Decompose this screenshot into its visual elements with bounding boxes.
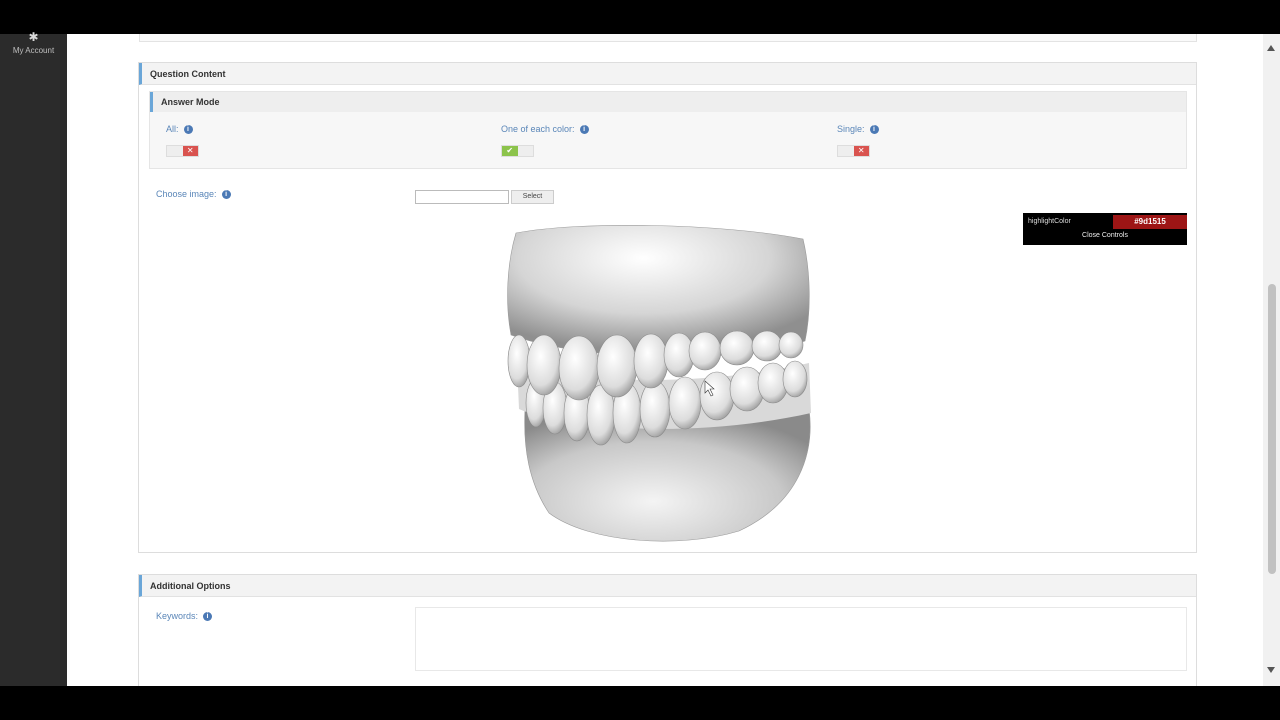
info-icon[interactable]: i — [183, 125, 193, 135]
check-icon: ✔ — [502, 146, 518, 156]
answer-mode-single-label: Single: — [837, 124, 865, 134]
highlight-color-value[interactable]: #9d1515 — [1113, 215, 1187, 229]
scroll-down-icon[interactable] — [1267, 667, 1275, 673]
info-icon[interactable]: i — [203, 612, 213, 622]
answer-mode-box: Answer Mode All: i ✕ One of each color: i … — [149, 91, 1187, 169]
cross-icon: ✕ — [853, 146, 869, 156]
gear-icon: ✱ — [28, 30, 39, 44]
my-account-label: My Account — [12, 46, 55, 55]
close-controls-button[interactable]: Close Controls — [1023, 230, 1187, 242]
info-icon[interactable]: i — [579, 125, 589, 135]
additional-options-panel: Additional Options Keywords: i — [138, 574, 1197, 686]
info-icon[interactable]: i — [869, 125, 879, 135]
all-toggle[interactable]: ✕ — [166, 145, 199, 157]
sidebar: ✱ My Account — [0, 30, 67, 686]
single-toggle[interactable]: ✕ — [837, 145, 870, 157]
cross-icon: ✕ — [182, 146, 198, 156]
one-each-color-toggle[interactable]: ✔ — [501, 145, 534, 157]
additional-options-header: Additional Options — [139, 575, 1196, 597]
info-icon[interactable]: i — [221, 190, 231, 200]
scroll-up-icon[interactable] — [1267, 45, 1275, 51]
keywords-input[interactable] — [415, 607, 1187, 671]
answer-mode-all: All: i — [166, 124, 193, 135]
answer-mode-one-each-color: One of each color: i — [501, 124, 589, 135]
page-scrollbar[interactable] — [1263, 34, 1280, 686]
choose-image-label: Choose image: i — [156, 189, 231, 200]
main-content: Question Content Answer Mode All: i ✕ One… — [67, 34, 1263, 686]
question-content-panel: Question Content Answer Mode All: i ✕ One… — [138, 62, 1197, 553]
screen-top-bar — [0, 0, 1280, 34]
scroll-thumb[interactable] — [1268, 284, 1276, 574]
previous-panel-bottom — [139, 34, 1197, 42]
teeth-model-render[interactable] — [139, 213, 1196, 552]
highlight-controls-panel: highlightColor #9d1515 Close Controls — [1023, 213, 1187, 245]
keywords-text: Keywords: — [156, 611, 199, 621]
toggle-off-segment — [517, 146, 533, 156]
screen-bottom-bar — [0, 686, 1280, 720]
3d-model-viewer[interactable]: highlightColor #9d1515 Close Controls — [139, 213, 1196, 552]
answer-mode-one-each-color-label: One of each color: — [501, 124, 575, 134]
keywords-label: Keywords: i — [156, 611, 213, 622]
select-image-button[interactable]: Select — [511, 190, 554, 204]
answer-mode-single: Single: i — [837, 124, 879, 135]
toggle-on-segment — [838, 146, 854, 156]
choose-image-text: Choose image: — [156, 189, 217, 199]
highlight-color-key: highlightColor — [1028, 218, 1071, 225]
image-path-input[interactable] — [415, 190, 509, 204]
answer-mode-header: Answer Mode — [150, 92, 1186, 112]
question-content-header: Question Content — [139, 63, 1196, 85]
toggle-on-segment — [167, 146, 183, 156]
answer-mode-all-label: All: — [166, 124, 179, 134]
my-account-link[interactable]: ✱ My Account — [0, 30, 67, 55]
